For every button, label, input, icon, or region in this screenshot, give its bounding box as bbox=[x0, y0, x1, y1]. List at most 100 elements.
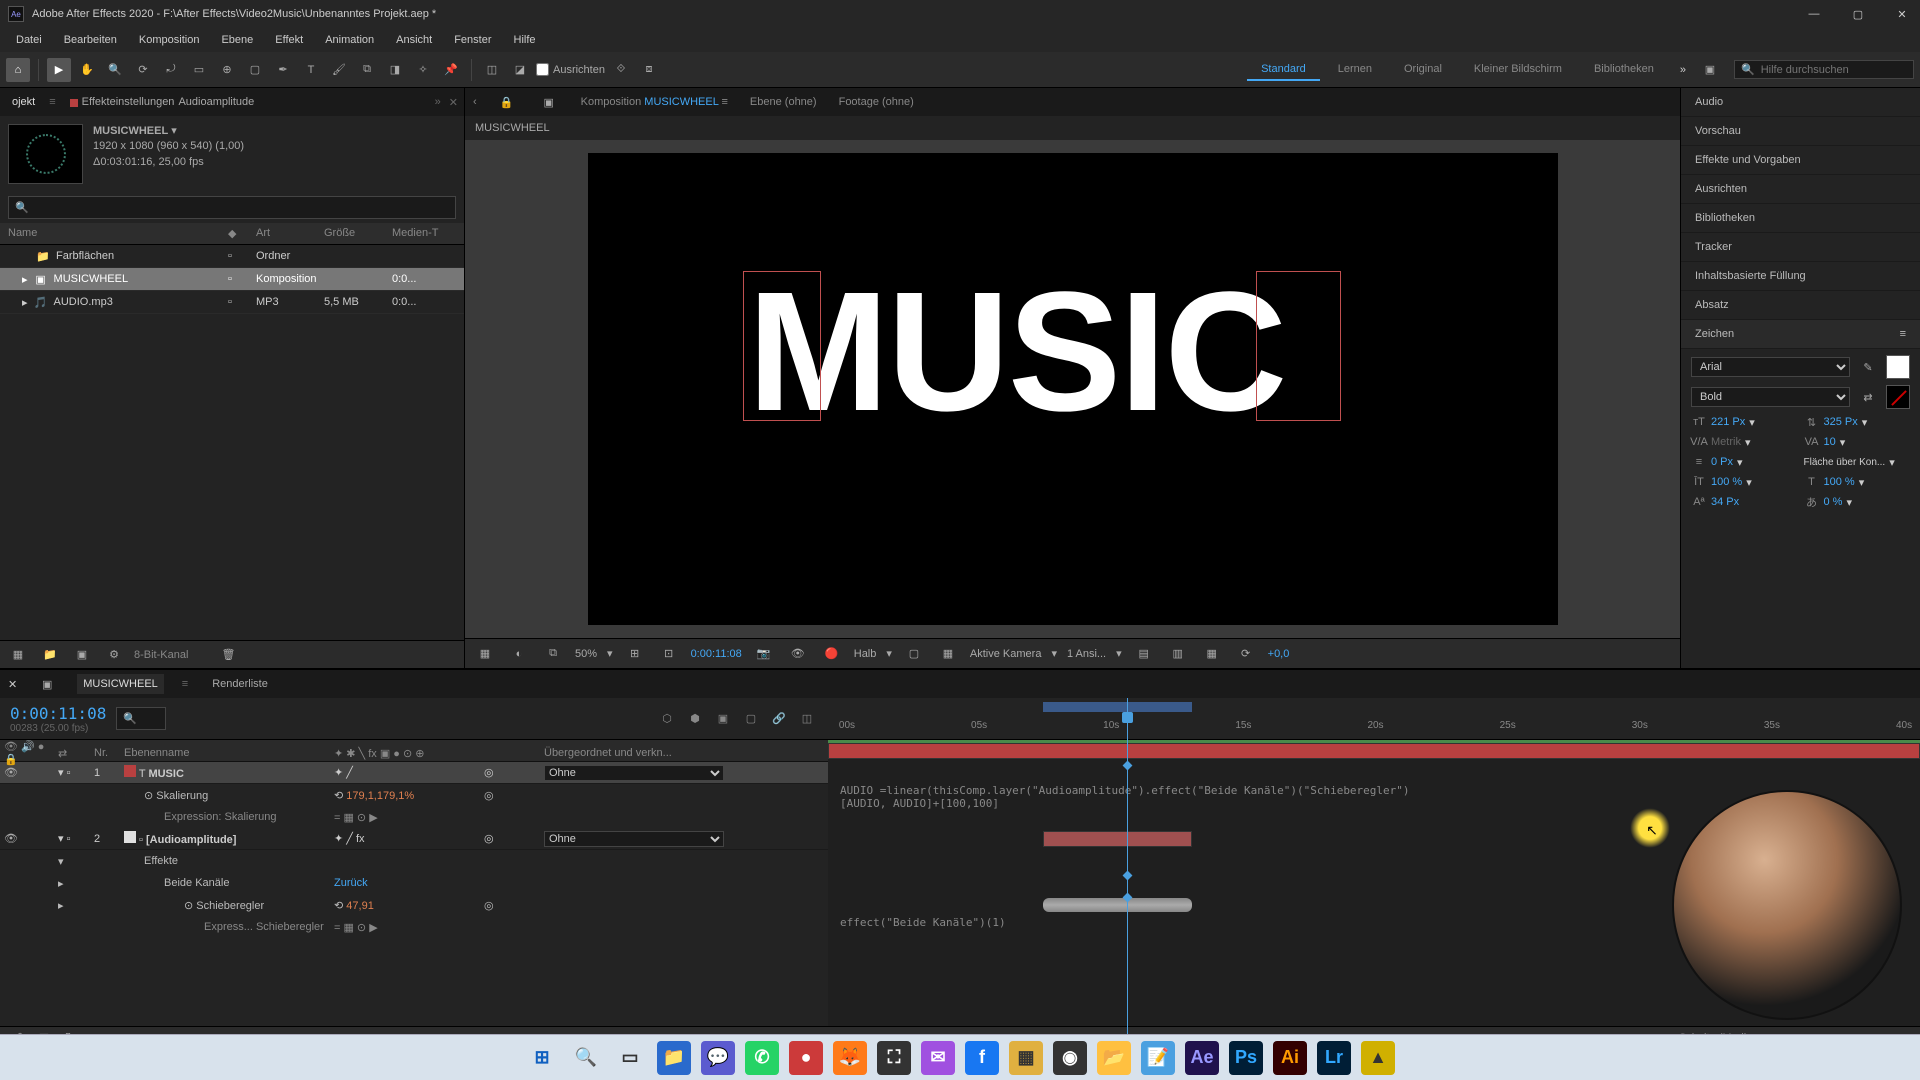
trash-icon[interactable]: 🗑 bbox=[216, 643, 240, 667]
menu-ebene[interactable]: Ebene bbox=[211, 32, 263, 48]
bit-depth[interactable]: 8-Bit-Kanal bbox=[134, 649, 188, 661]
taskbar-ai[interactable]: Ai bbox=[1273, 1041, 1307, 1075]
workspace-original[interactable]: Original bbox=[1390, 59, 1456, 81]
font-style-select[interactable]: Bold bbox=[1691, 387, 1850, 407]
tab-composition[interactable]: Komposition MUSICWHEEL ≡ bbox=[579, 92, 730, 112]
project-search[interactable]: 🔍 bbox=[8, 196, 456, 219]
timeline-timecode[interactable]: 0:00:11:08 bbox=[10, 704, 106, 723]
camera-tool-icon[interactable]: ▭ bbox=[187, 58, 211, 82]
tab-footage[interactable]: Footage (ohne) bbox=[837, 92, 916, 112]
tl-tool-3-icon[interactable]: ▣ bbox=[712, 708, 734, 730]
tab-timeline-comp[interactable]: MUSICWHEEL bbox=[77, 674, 164, 694]
views-select[interactable]: 1 Ansi... bbox=[1067, 648, 1106, 660]
right-panel-zeichen[interactable]: Zeichen ≡ bbox=[1681, 320, 1920, 349]
new-folder-icon[interactable]: 📁 bbox=[38, 643, 62, 667]
selection-handle-right[interactable] bbox=[1256, 271, 1341, 421]
taskbar-explorer[interactable]: 📁 bbox=[657, 1041, 691, 1075]
font-family-select[interactable]: Arial bbox=[1691, 357, 1850, 377]
close-tl-icon[interactable]: ✕ bbox=[8, 678, 17, 691]
taskbar-search[interactable]: 🔍 bbox=[569, 1041, 603, 1075]
grid-icon[interactable]: ⊞ bbox=[623, 642, 647, 666]
stroke-width-value[interactable]: 0 Px bbox=[1711, 456, 1733, 468]
snap-1-icon[interactable]: ◫ bbox=[480, 58, 504, 82]
orbit-tool-icon[interactable]: ⟳ bbox=[131, 58, 155, 82]
pen-tool-icon[interactable]: ✒ bbox=[271, 58, 295, 82]
kerning-value[interactable]: Metrik bbox=[1711, 436, 1741, 448]
taskbar-whatsapp[interactable]: ✆ bbox=[745, 1041, 779, 1075]
panel-toggle-icon[interactable]: ▣ bbox=[1698, 58, 1722, 82]
menu-effekt[interactable]: Effekt bbox=[265, 32, 313, 48]
shape-tool-icon[interactable]: ▢ bbox=[243, 58, 267, 82]
menu-fenster[interactable]: Fenster bbox=[444, 32, 501, 48]
show-snapshot-icon[interactable]: 👁 bbox=[786, 642, 810, 666]
right-panel-tracker[interactable]: Tracker bbox=[1681, 233, 1920, 262]
exposure-value[interactable]: +0,0 bbox=[1268, 648, 1290, 660]
zoom-tool-icon[interactable]: 🔍 bbox=[103, 58, 127, 82]
alpha-icon[interactable]: ▦ bbox=[473, 642, 497, 666]
viewer-timecode[interactable]: 0:00:11:08 bbox=[691, 648, 742, 660]
mask-icon[interactable]: ◐ bbox=[507, 642, 531, 666]
col-name[interactable]: Name bbox=[8, 227, 228, 240]
panel-chevron-icon[interactable]: ‹ bbox=[473, 96, 477, 108]
tracking-value[interactable]: 10 bbox=[1824, 436, 1836, 448]
tl-tool-5-icon[interactable]: 🔗 bbox=[768, 708, 790, 730]
timeline-search[interactable]: 🔍 bbox=[116, 707, 166, 730]
workspace-standard[interactable]: Standard bbox=[1247, 59, 1320, 81]
clone-tool-icon[interactable]: ⧉ bbox=[355, 58, 379, 82]
workspace-overflow-icon[interactable]: » bbox=[1680, 64, 1686, 76]
workspace-lernen[interactable]: Lernen bbox=[1324, 59, 1386, 81]
project-item[interactable]: 📁 Farbflächen▫Ordner bbox=[0, 245, 464, 268]
3d-icon[interactable]: ⧉ bbox=[541, 642, 565, 666]
col-size[interactable]: Größe bbox=[324, 227, 392, 240]
tab-layer[interactable]: Ebene (ohne) bbox=[748, 92, 819, 112]
menu-datei[interactable]: Datei bbox=[6, 32, 52, 48]
tab-effect-controls[interactable]: Effekteinstellungen Audioamplitude bbox=[64, 92, 261, 112]
roto-tool-icon[interactable]: ✧ bbox=[411, 58, 435, 82]
vscale-value[interactable]: 100 % bbox=[1711, 476, 1742, 488]
tl-tool-4-icon[interactable]: ▢ bbox=[740, 708, 762, 730]
align-checkbox[interactable]: Ausrichten bbox=[536, 63, 605, 76]
snap-opt-icon[interactable]: ⟐ bbox=[609, 58, 633, 82]
hand-tool-icon[interactable]: ✋ bbox=[75, 58, 99, 82]
help-search[interactable]: 🔍 bbox=[1734, 60, 1914, 79]
selection-tool-icon[interactable]: ▶ bbox=[47, 58, 71, 82]
vc-4-icon[interactable]: ⟳ bbox=[1234, 642, 1258, 666]
tl-tool-6-icon[interactable]: ◫ bbox=[796, 708, 818, 730]
right-panel-inhaltsbasierte-füllung[interactable]: Inhaltsbasierte Füllung bbox=[1681, 262, 1920, 291]
menu-komposition[interactable]: Komposition bbox=[129, 32, 210, 48]
taskbar-firefox[interactable]: 🦊 bbox=[833, 1041, 867, 1075]
vc-3-icon[interactable]: ▦ bbox=[1200, 642, 1224, 666]
anchor-tool-icon[interactable]: ⊕ bbox=[215, 58, 239, 82]
taskbar-app4[interactable]: ▲ bbox=[1361, 1041, 1395, 1075]
vc-1-icon[interactable]: ▤ bbox=[1132, 642, 1156, 666]
taskbar-teams[interactable]: 💬 bbox=[701, 1041, 735, 1075]
property-row[interactable]: ▾Effekte bbox=[0, 850, 828, 872]
taskbar-app2[interactable]: ⛶ bbox=[877, 1041, 911, 1075]
taskbar-notepad[interactable]: 📝 bbox=[1141, 1041, 1175, 1075]
taskbar-app1[interactable]: ● bbox=[789, 1041, 823, 1075]
minimize-button[interactable]: — bbox=[1804, 8, 1824, 21]
guides-icon[interactable]: ⊡ bbox=[657, 642, 681, 666]
property-row[interactable]: ▸Beide Kanäle Zurück bbox=[0, 872, 828, 894]
col-label[interactable]: ◆ bbox=[228, 227, 256, 240]
taskbar-taskview[interactable]: ▭ bbox=[613, 1041, 647, 1075]
text-layer-music[interactable]: MUSIC bbox=[748, 267, 1286, 437]
roi-icon[interactable]: ▢ bbox=[902, 642, 926, 666]
taskbar-windows[interactable]: ⊞ bbox=[525, 1041, 559, 1075]
snap-opt2-icon[interactable]: ⧈ bbox=[637, 58, 661, 82]
property-row[interactable]: ⊙ Skalierung⟲ 179,1,179,1%◎ bbox=[0, 784, 828, 806]
taskbar-obs[interactable]: ◉ bbox=[1053, 1041, 1087, 1075]
workspace-bibliotheken[interactable]: Bibliotheken bbox=[1580, 59, 1668, 81]
workspace-kleiner bildschirm[interactable]: Kleiner Bildschirm bbox=[1460, 59, 1576, 81]
snap-2-icon[interactable]: ◪ bbox=[508, 58, 532, 82]
project-item[interactable]: ▸ 🎵 AUDIO.mp3▫MP35,5 MB0:0... bbox=[0, 291, 464, 314]
tl-tool-1-icon[interactable]: ⬡ bbox=[656, 708, 678, 730]
time-ruler[interactable]: 00s05s10s15s20s25s30s35s40s bbox=[828, 698, 1920, 740]
lock-icon[interactable]: 🔒 bbox=[495, 90, 519, 114]
taskbar-facebook[interactable]: f bbox=[965, 1041, 999, 1075]
baseline-value[interactable]: 34 Px bbox=[1711, 496, 1739, 508]
menu-ansicht[interactable]: Ansicht bbox=[386, 32, 442, 48]
right-panel-audio[interactable]: Audio bbox=[1681, 88, 1920, 117]
snapshot-icon[interactable]: 📷 bbox=[752, 642, 776, 666]
font-size-value[interactable]: 221 Px bbox=[1711, 416, 1745, 428]
